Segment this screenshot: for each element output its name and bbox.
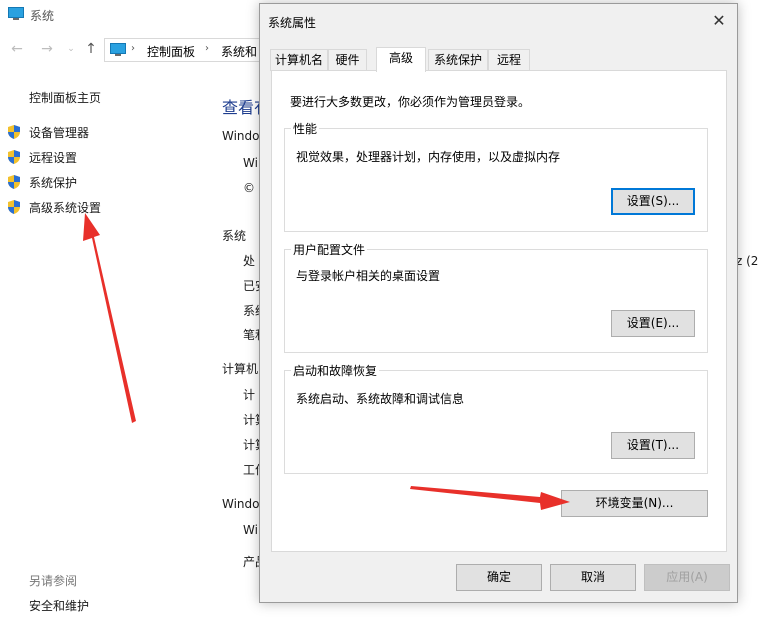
security-and-maintenance-link[interactable]: 安全和维护 bbox=[29, 597, 89, 614]
group-description: 与登录帐户相关的桌面设置 bbox=[296, 269, 441, 283]
tab-computer-name[interactable]: 计算机名 bbox=[270, 49, 328, 71]
info-row: 处 bbox=[243, 254, 256, 268]
startup-settings-button[interactable]: 设置(T)... bbox=[611, 432, 695, 459]
sidebar-item-label: 高级系统设置 bbox=[29, 200, 102, 215]
shield-icon bbox=[8, 175, 20, 189]
user-profiles-group: 用户配置文件 与登录帐户相关的桌面设置 设置(E)... bbox=[284, 241, 708, 353]
admin-note: 要进行大多数更改，你必须作为管理员登录。 bbox=[290, 95, 531, 109]
shield-icon bbox=[8, 150, 20, 164]
sidebar-item-system-protection[interactable]: 系统保护 bbox=[6, 172, 77, 192]
info-row: © bbox=[243, 181, 255, 195]
address-bar[interactable]: › 控制面板 › 系统和 bbox=[104, 38, 274, 62]
sidebar: 控制面板主页 设备管理器 远程设置 系统保护 高级系统设置 另请参阅 安全和维护 bbox=[0, 64, 200, 631]
dialog-title: 系统属性 bbox=[268, 16, 317, 30]
advanced-tab-panel: 要进行大多数更改，你必须作为管理员登录。 性能 视觉效果，处理器计划，内存使用，… bbox=[271, 70, 727, 552]
back-arrow-icon[interactable]: ← bbox=[8, 40, 26, 58]
monitor-icon bbox=[8, 7, 24, 20]
performance-settings-button[interactable]: 设置(S)... bbox=[611, 188, 695, 215]
processor-speed-fragment: z (2 bbox=[736, 254, 759, 268]
tab-advanced[interactable]: 高级 bbox=[376, 47, 426, 72]
info-row: 计 bbox=[243, 388, 256, 402]
section-computer-name: 计算机 bbox=[222, 362, 259, 376]
sidebar-item-remote-settings[interactable]: 远程设置 bbox=[6, 147, 77, 167]
sidebar-item-label: 远程设置 bbox=[29, 150, 78, 165]
startup-recovery-group: 启动和故障恢复 系统启动、系统故障和调试信息 设置(T)... bbox=[284, 362, 708, 474]
breadcrumb-chevron-icon: › bbox=[205, 43, 209, 54]
close-icon[interactable]: ✕ bbox=[708, 10, 730, 32]
info-row: Wi bbox=[243, 156, 258, 170]
breadcrumb-system[interactable]: 系统和 bbox=[221, 43, 257, 60]
forward-arrow-icon[interactable]: → bbox=[38, 40, 56, 58]
sidebar-item-device-manager[interactable]: 设备管理器 bbox=[6, 122, 89, 142]
user-profiles-settings-button[interactable]: 设置(E)... bbox=[611, 310, 695, 337]
tab-system-protection[interactable]: 系统保护 bbox=[428, 49, 488, 71]
control-panel-icon bbox=[110, 43, 126, 56]
shield-icon bbox=[8, 200, 20, 214]
tab-remote[interactable]: 远程 bbox=[488, 49, 530, 71]
see-also-heading: 另请参阅 bbox=[29, 574, 78, 588]
section-windows-edition: Windo bbox=[222, 129, 260, 143]
system-properties-dialog: 系统属性 ✕ 计算机名 硬件 高级 系统保护 远程 要进行大多数更改，你必须作为… bbox=[259, 3, 738, 603]
group-description: 视觉效果，处理器计划，内存使用，以及虚拟内存 bbox=[296, 150, 561, 164]
window-title: 系统 bbox=[30, 9, 55, 23]
breadcrumb-control-panel[interactable]: 控制面板 bbox=[147, 43, 195, 60]
section-windows-activation: Windo bbox=[222, 497, 260, 511]
sidebar-item-label: 设备管理器 bbox=[29, 125, 90, 140]
sidebar-item-label: 系统保护 bbox=[29, 175, 78, 190]
info-row: Wi bbox=[243, 523, 258, 537]
sidebar-item-advanced-system-settings[interactable]: 高级系统设置 bbox=[6, 197, 101, 217]
up-arrow-icon[interactable]: ↑ bbox=[82, 40, 100, 58]
control-panel-home-link[interactable]: 控制面板主页 bbox=[29, 89, 101, 106]
group-description: 系统启动、系统故障和调试信息 bbox=[296, 392, 465, 406]
breadcrumb-chevron-icon: › bbox=[131, 43, 135, 54]
performance-group: 性能 视觉效果，处理器计划，内存使用，以及虚拟内存 设置(S)... bbox=[284, 120, 708, 232]
tab-hardware[interactable]: 硬件 bbox=[328, 49, 367, 71]
environment-variables-button[interactable]: 环境变量(N)... bbox=[561, 490, 708, 517]
group-label: 启动和故障恢复 bbox=[291, 362, 380, 379]
group-label: 性能 bbox=[291, 120, 320, 137]
shield-icon bbox=[8, 125, 20, 139]
recent-chevron-icon[interactable]: ⌄ bbox=[62, 40, 80, 58]
cancel-button[interactable]: 取消 bbox=[550, 564, 636, 591]
apply-button[interactable]: 应用(A) bbox=[644, 564, 730, 591]
ok-button[interactable]: 确定 bbox=[456, 564, 542, 591]
section-system: 系统 bbox=[222, 229, 247, 243]
group-label: 用户配置文件 bbox=[291, 241, 368, 258]
